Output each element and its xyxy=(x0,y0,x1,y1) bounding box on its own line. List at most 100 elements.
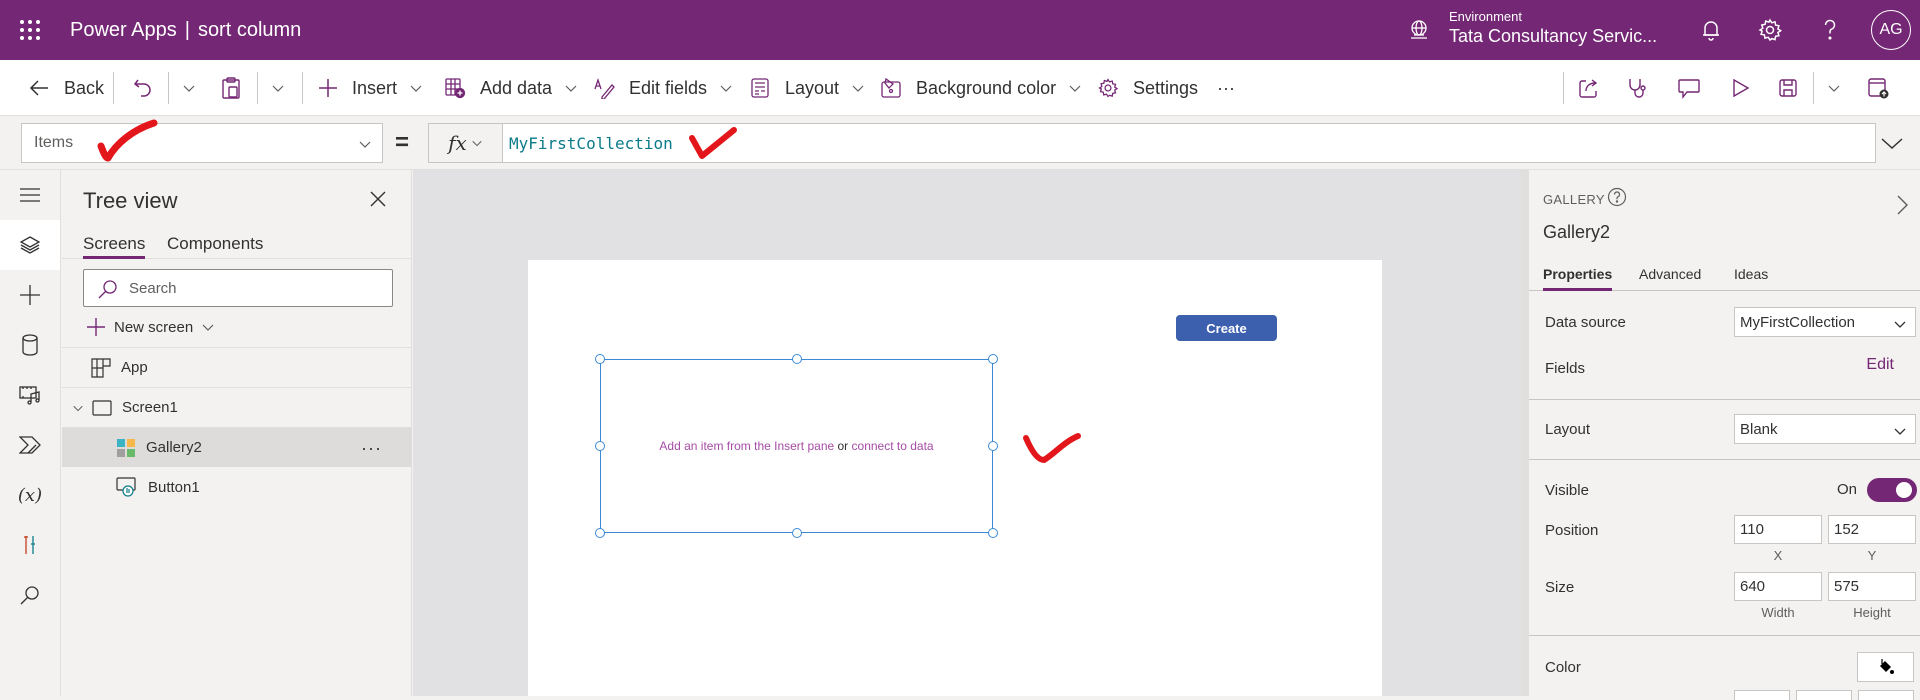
resize-handle[interactable] xyxy=(595,528,605,538)
tree-item-label: Button1 xyxy=(148,478,200,496)
paste-dropdown[interactable] xyxy=(267,60,285,116)
resize-handle[interactable] xyxy=(988,528,998,538)
undo-button[interactable] xyxy=(132,60,154,116)
height-input[interactable]: 575 xyxy=(1828,572,1916,601)
tree-search-input[interactable]: Search xyxy=(83,269,393,307)
color-input-stub[interactable] xyxy=(1734,690,1790,700)
divider xyxy=(257,72,258,104)
app-checker-button[interactable] xyxy=(1627,60,1649,116)
add-data-label: Add data xyxy=(480,77,553,98)
tools-icon xyxy=(24,536,35,554)
y-caption: Y xyxy=(1867,548,1877,563)
expand-formula-bar-button[interactable] xyxy=(1880,133,1904,153)
variables-icon: (x) xyxy=(17,484,43,506)
insert-button[interactable]: Insert xyxy=(318,60,423,116)
tab-screens[interactable]: Screens xyxy=(83,234,146,259)
plus-icon xyxy=(319,79,337,97)
rail-search[interactable] xyxy=(0,570,60,620)
top-bar: Power Apps | sort column Environment Tata … xyxy=(0,0,1920,60)
create-button[interactable]: Create xyxy=(1176,315,1277,341)
chevron-down-icon xyxy=(1828,85,1840,92)
equals-sign: = xyxy=(395,129,410,156)
visible-toggle[interactable] xyxy=(1867,478,1917,502)
chevron-down-icon xyxy=(359,141,371,148)
rail-menu[interactable] xyxy=(0,170,60,220)
edit-fields-label: Edit fields xyxy=(629,77,708,98)
tab-components[interactable]: Components xyxy=(167,234,263,254)
color-picker-button[interactable] xyxy=(1857,652,1914,682)
save-dropdown[interactable] xyxy=(1823,60,1841,116)
settings-gear-icon[interactable] xyxy=(1757,17,1783,43)
more-options-button[interactable]: ··· xyxy=(361,438,382,459)
comments-button[interactable] xyxy=(1677,60,1701,116)
rail-advanced-tools[interactable] xyxy=(0,520,60,570)
properties-panel: GALLERY Gallery2 Properties Advanced Ide… xyxy=(1521,170,1920,700)
save-disk-icon xyxy=(1779,79,1797,97)
chevron-down-icon xyxy=(1894,321,1906,328)
rail-media[interactable] xyxy=(0,370,60,420)
settings-button[interactable]: Settings xyxy=(1097,60,1198,116)
paste-button[interactable] xyxy=(220,60,242,116)
rail-variables[interactable]: (x) xyxy=(0,470,60,520)
environment-icon[interactable] xyxy=(1408,19,1430,41)
chevron-down-icon xyxy=(73,405,83,411)
rail-data[interactable] xyxy=(0,320,60,370)
help-question-icon[interactable] xyxy=(1817,17,1843,43)
share-button[interactable] xyxy=(1578,60,1600,116)
layers-icon xyxy=(19,236,41,254)
tab-properties[interactable]: Properties xyxy=(1543,266,1613,291)
resize-handle[interactable] xyxy=(792,528,802,538)
collapse-panel-button[interactable] xyxy=(1895,194,1909,216)
data-source-dropdown[interactable]: MyFirstCollection xyxy=(1734,307,1916,337)
property-dropdown[interactable]: Items xyxy=(21,123,383,163)
preview-play-button[interactable] xyxy=(1729,60,1751,116)
resize-handle[interactable] xyxy=(988,354,998,364)
tree-view-title: Tree view xyxy=(83,188,178,213)
tab-ideas[interactable]: Ideas xyxy=(1734,266,1768,282)
resize-handle[interactable] xyxy=(595,354,605,364)
tree-item-label: Screen1 xyxy=(122,399,178,416)
position-x-input[interactable]: 110 xyxy=(1734,515,1822,544)
gallery2-control[interactable]: Add an item from the Insert pane or conn… xyxy=(595,354,998,538)
color-input-stub[interactable] xyxy=(1796,690,1852,700)
back-button[interactable]: Back xyxy=(28,60,104,116)
edit-fields-button[interactable]: Edit fields xyxy=(593,60,733,116)
rail-power-automate[interactable] xyxy=(0,420,60,470)
search-icon xyxy=(98,280,117,299)
rail-tree-view[interactable] xyxy=(0,220,60,270)
position-y-input[interactable]: 152 xyxy=(1828,515,1916,544)
tree-item-button1[interactable]: Button1 xyxy=(62,467,412,507)
environment-name[interactable]: Tata Consultancy Servic... xyxy=(1449,26,1657,47)
layout-button[interactable]: Layout xyxy=(749,60,865,116)
connect-to-data-link[interactable]: connect to data xyxy=(852,439,934,453)
resize-handle[interactable] xyxy=(792,354,802,364)
background-color-button[interactable]: Background color xyxy=(880,60,1082,116)
help-button[interactable] xyxy=(1607,187,1627,207)
undo-dropdown[interactable] xyxy=(178,60,196,116)
tab-advanced[interactable]: Advanced xyxy=(1639,266,1701,282)
edit-fields-link[interactable]: Edit xyxy=(1866,356,1894,374)
publish-button[interactable] xyxy=(1866,60,1890,116)
undo-icon xyxy=(133,79,151,97)
close-tree-view-button[interactable] xyxy=(369,190,387,208)
tree-item-gallery2[interactable]: Gallery2 ··· xyxy=(62,427,412,467)
control-name[interactable]: Gallery2 xyxy=(1543,222,1610,243)
user-avatar[interactable]: AG xyxy=(1871,10,1911,50)
add-data-button[interactable]: Add data xyxy=(444,60,578,116)
app-launcher-icon[interactable] xyxy=(18,18,42,42)
fx-function-button[interactable]: fx xyxy=(428,123,502,163)
new-screen-button[interactable]: New screen xyxy=(86,317,215,337)
notifications-bell-icon[interactable] xyxy=(1698,17,1724,43)
color-input-stub[interactable] xyxy=(1858,690,1914,700)
width-input[interactable]: 640 xyxy=(1734,572,1822,601)
rail-insert[interactable] xyxy=(0,270,60,320)
save-button[interactable] xyxy=(1777,60,1799,116)
tree-item-app[interactable]: App xyxy=(62,347,412,387)
more-commands-button[interactable]: ··· xyxy=(1217,60,1235,116)
red-checkmark-annotation xyxy=(689,127,737,159)
insert-pane-link[interactable]: Add an item from the Insert pane xyxy=(659,439,834,453)
layout-dropdown[interactable]: Blank xyxy=(1734,414,1916,444)
media-icon xyxy=(19,386,40,405)
tree-item-screen1[interactable]: Screen1 xyxy=(62,387,412,427)
visible-label: Visible xyxy=(1545,482,1589,499)
